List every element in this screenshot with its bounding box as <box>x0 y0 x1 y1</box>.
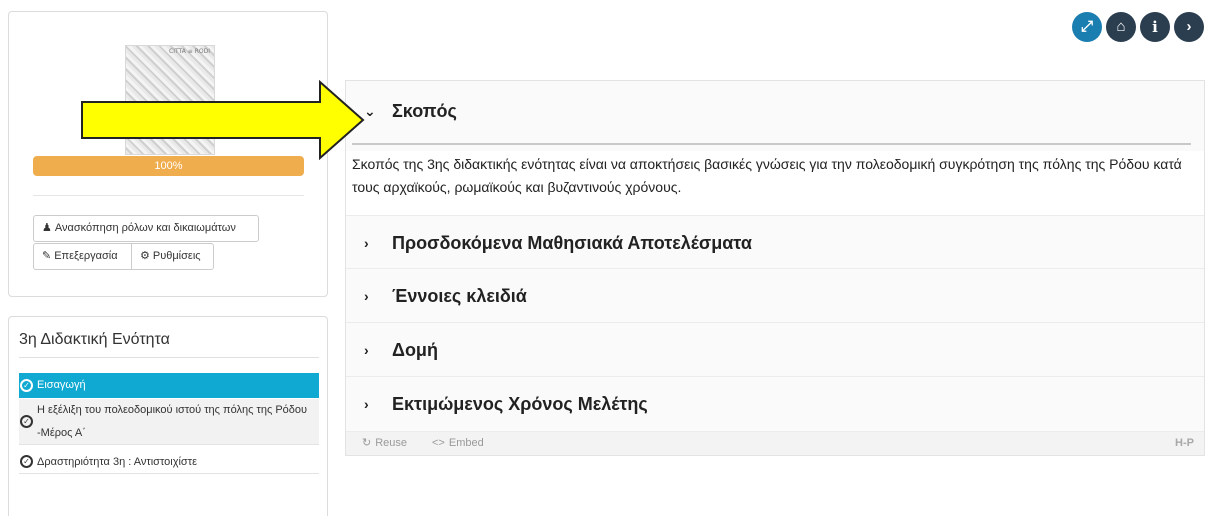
chevron-right-icon: › <box>364 288 369 304</box>
review-roles-button[interactable]: ♟ Ανασκόπηση ρόλων και δικαιωμάτων <box>33 215 259 242</box>
section-title: Προσδοκόμενα Μαθησιακά Αποτελέσματα <box>392 233 752 253</box>
reuse-button[interactable]: ↻ Reuse <box>362 432 407 455</box>
home-icon[interactable]: ⌂ <box>1106 12 1136 42</box>
h5p-logo: H-P <box>1175 437 1194 449</box>
embed-icon: <> <box>432 437 445 449</box>
check-circle-icon: ✓ <box>20 415 33 428</box>
lesson-item-activity[interactable]: ✓ Δραστηριότητα 3η : Αντιστοιχίστε <box>19 450 319 474</box>
lesson-item-label: Δραστηριότητα 3η : Αντιστοιχίστε <box>37 456 197 468</box>
chevron-right-icon: › <box>364 235 369 251</box>
lesson-item-label-line2: -Μέρος Α΄ <box>37 427 86 439</box>
annotation-arrow-icon <box>81 80 365 160</box>
lesson-item-introduction[interactable]: ✓ Εισαγωγή <box>19 373 319 398</box>
top-toolbar: ⤢ ⌂ i › <box>1068 12 1208 42</box>
lesson-panel: 3η Διδακτική Ενότητα ✓ Εισαγωγή ✓ Η εξέλ… <box>8 316 328 516</box>
section-title: Έννοιες κλειδιά <box>392 286 527 306</box>
next-icon[interactable]: › <box>1174 12 1204 42</box>
accordion: ⌄ Σκοπός Σκοπός της 3ης διδακτικής ενότη… <box>345 80 1205 456</box>
fullscreen-icon[interactable]: ⤢ <box>1072 12 1102 42</box>
divider <box>19 357 319 358</box>
section-title: Εκτιμώμενος Χρόνος Μελέτης <box>392 394 648 414</box>
lesson-item-label: Εισαγωγή <box>37 379 86 391</box>
user-icon: ♟ <box>42 222 52 234</box>
chevron-right-icon: › <box>364 342 369 358</box>
gear-icon: ⚙ <box>140 250 150 262</box>
lesson-item-label: Η εξέλιξη του πολεοδομικού ιστού της πόλ… <box>37 404 308 416</box>
lesson-item-urban-fabric[interactable]: ✓ Η εξέλιξη του πολεοδομικού ιστού της π… <box>19 399 319 445</box>
thumbnail-caption: CITTA ≡ RODI <box>169 48 210 55</box>
accordion-section-key-concepts[interactable]: › Έννοιες κλειδιά <box>346 269 1204 323</box>
reuse-label: Reuse <box>375 437 408 449</box>
lesson-title: 3η Διδακτική Ενότητα <box>19 331 170 348</box>
accordion-section-study-time[interactable]: › Εκτιμώμενος Χρόνος Μελέτης <box>346 377 1204 432</box>
embed-button[interactable]: <> Embed <box>432 432 484 455</box>
progress-text: 100% <box>154 160 183 172</box>
accordion-section-purpose[interactable]: ⌄ Σκοπός <box>346 81 1204 151</box>
settings-button[interactable]: ⚙ Ρυθμίσεις <box>131 243 214 270</box>
check-circle-icon: ✓ <box>20 455 33 468</box>
divider <box>33 195 304 196</box>
accordion-section-learning-outcomes[interactable]: › Προσδοκόμενα Μαθησιακά Αποτελέσματα <box>346 215 1204 269</box>
reuse-icon: ↻ <box>362 437 372 449</box>
embed-label: Embed <box>448 437 484 449</box>
accordion-section-structure[interactable]: › Δομή <box>346 323 1204 377</box>
check-circle-icon: ✓ <box>20 379 33 392</box>
edit-button[interactable]: ✎ Επεξεργασία <box>33 243 132 270</box>
settings-label: Ρυθμίσεις <box>152 250 201 262</box>
pencil-icon: ✎ <box>42 250 52 262</box>
divider <box>352 143 1191 145</box>
chevron-down-icon: ⌄ <box>364 103 376 119</box>
edit-label: Επεξεργασία <box>54 250 118 262</box>
section-body: Σκοπός της 3ης διδακτικής ενότητας είναι… <box>352 151 1202 215</box>
info-icon[interactable]: i <box>1140 12 1170 42</box>
h5p-footer: ↻ Reuse <> Embed H-P <box>346 432 1204 455</box>
section-title: Σκοπός <box>392 101 457 121</box>
chevron-right-icon: › <box>364 396 369 412</box>
review-roles-label: Ανασκόπηση ρόλων και δικαιωμάτων <box>54 222 236 234</box>
section-title: Δομή <box>392 340 438 360</box>
